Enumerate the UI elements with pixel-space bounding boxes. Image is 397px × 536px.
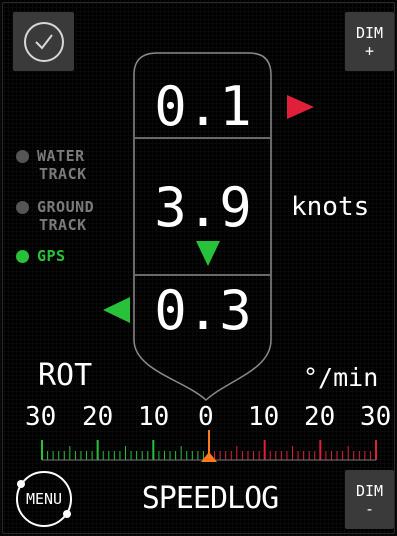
rot-tick-label: 10 xyxy=(248,402,280,432)
rot-scale xyxy=(41,430,377,462)
minus-sign: - xyxy=(364,499,375,518)
rot-tick-label: 20 xyxy=(82,402,114,432)
rot-label: ROT xyxy=(38,358,93,393)
rot-tick-label: 10 xyxy=(138,402,170,432)
dim-decrease-button[interactable]: DIM - xyxy=(345,470,394,529)
readout-divider xyxy=(134,274,272,276)
upper-arrow-icon xyxy=(287,95,314,119)
lower-speed-value: 0.3 xyxy=(154,279,252,342)
speed-unit: knots xyxy=(291,192,370,222)
main-speed-value: 3.9 xyxy=(154,176,252,239)
lower-arrow-icon xyxy=(103,297,130,323)
rot-tick-label: 30 xyxy=(25,402,57,432)
upper-speed-value: 0.1 xyxy=(154,75,252,138)
rot-tick-label: 0 xyxy=(198,402,214,432)
page-title: SPEEDLOG xyxy=(141,481,280,516)
rot-tick-label: 30 xyxy=(360,402,392,432)
dim-label: DIM xyxy=(355,481,384,500)
menu-button[interactable]: MENU xyxy=(13,468,75,530)
center-arrow-icon xyxy=(196,241,220,266)
menu-label: MENU xyxy=(25,490,63,508)
rot-unit: °/min xyxy=(303,363,379,392)
rot-tick-label: 20 xyxy=(304,402,336,432)
